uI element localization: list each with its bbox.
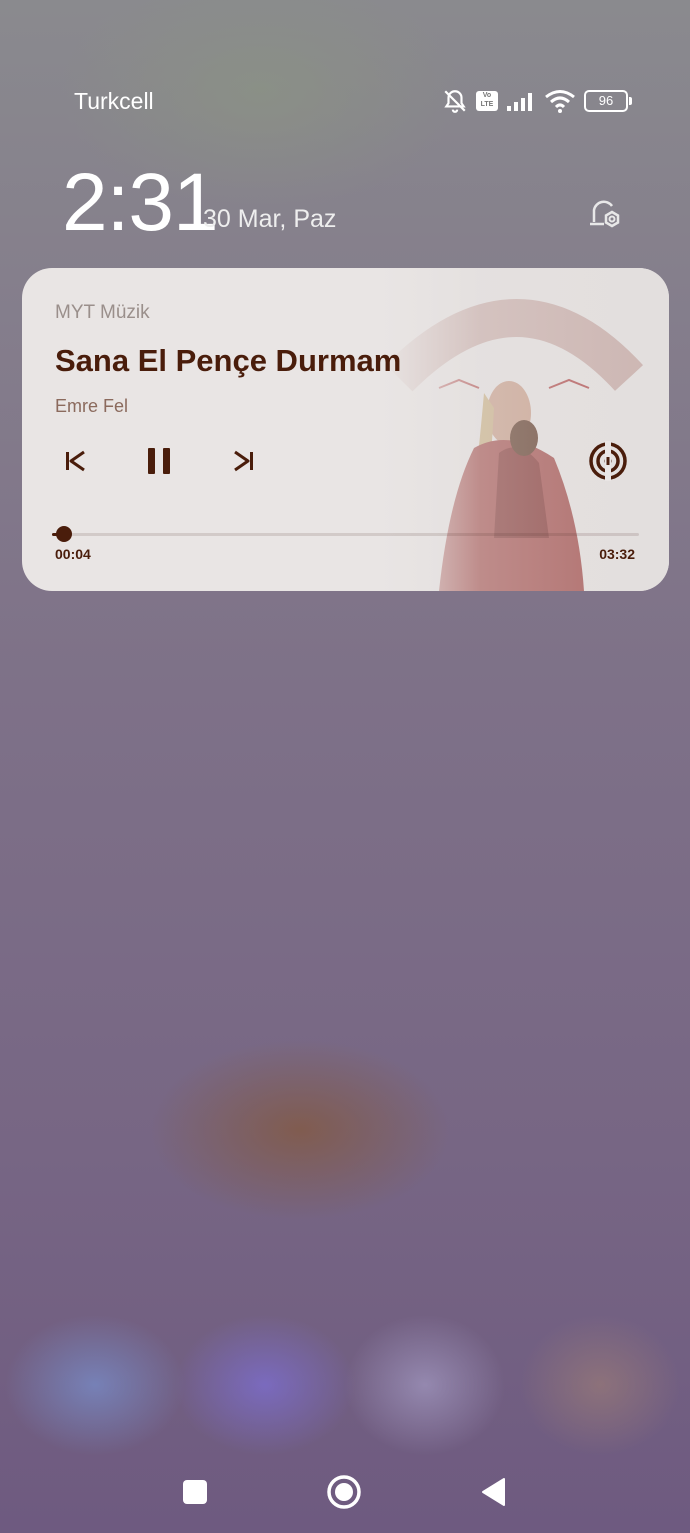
volte-bottom-text: LTE	[480, 101, 494, 108]
home-button[interactable]	[322, 1470, 366, 1514]
triangle-back-icon	[482, 1478, 505, 1506]
next-button[interactable]	[224, 441, 264, 481]
wifi-icon	[545, 90, 575, 113]
volte-icon: Vo LTE	[476, 91, 498, 111]
lockscreen-clock: 2:31	[62, 157, 219, 248]
signal-icon	[507, 93, 532, 111]
artist-name: Emre Fel	[55, 396, 129, 416]
skip-next-icon	[234, 450, 253, 472]
broadcast-icon	[589, 441, 627, 481]
pause-icon	[148, 448, 170, 474]
recents-button[interactable]	[173, 1470, 217, 1514]
output-device-button[interactable]	[588, 441, 628, 481]
progress-thumb[interactable]	[55, 526, 72, 542]
battery-icon: 96	[584, 90, 632, 112]
bell-muted-icon	[444, 90, 466, 113]
progress-bar[interactable]	[52, 526, 639, 542]
square-icon	[183, 1480, 207, 1504]
volte-top-text: Vo	[482, 92, 492, 99]
previous-button[interactable]	[55, 441, 95, 481]
album-art	[379, 268, 669, 591]
back-button[interactable]	[471, 1470, 515, 1514]
notification-settings-icon[interactable]	[582, 192, 626, 236]
elapsed-time: 00:04	[55, 546, 91, 562]
navigation-bar	[0, 1460, 690, 1524]
status-bar: Turkcell Vo LTE 96	[0, 80, 690, 124]
status-icons: Vo LTE 96	[442, 88, 632, 114]
skip-previous-icon	[66, 450, 85, 472]
circle-icon	[327, 1475, 361, 1509]
song-title: Sana El Pençe Durmam	[55, 343, 402, 378]
total-time: 03:32	[599, 546, 635, 562]
media-app-name: MYT Müzik	[55, 302, 150, 323]
pause-button[interactable]	[139, 441, 179, 481]
carrier-name: Turkcell	[74, 88, 154, 114]
media-player-card[interactable]: MYT Müzik Sana El Pençe Durmam Emre Fel	[22, 268, 669, 591]
lockscreen-date: 30 Mar, Paz	[203, 205, 337, 233]
